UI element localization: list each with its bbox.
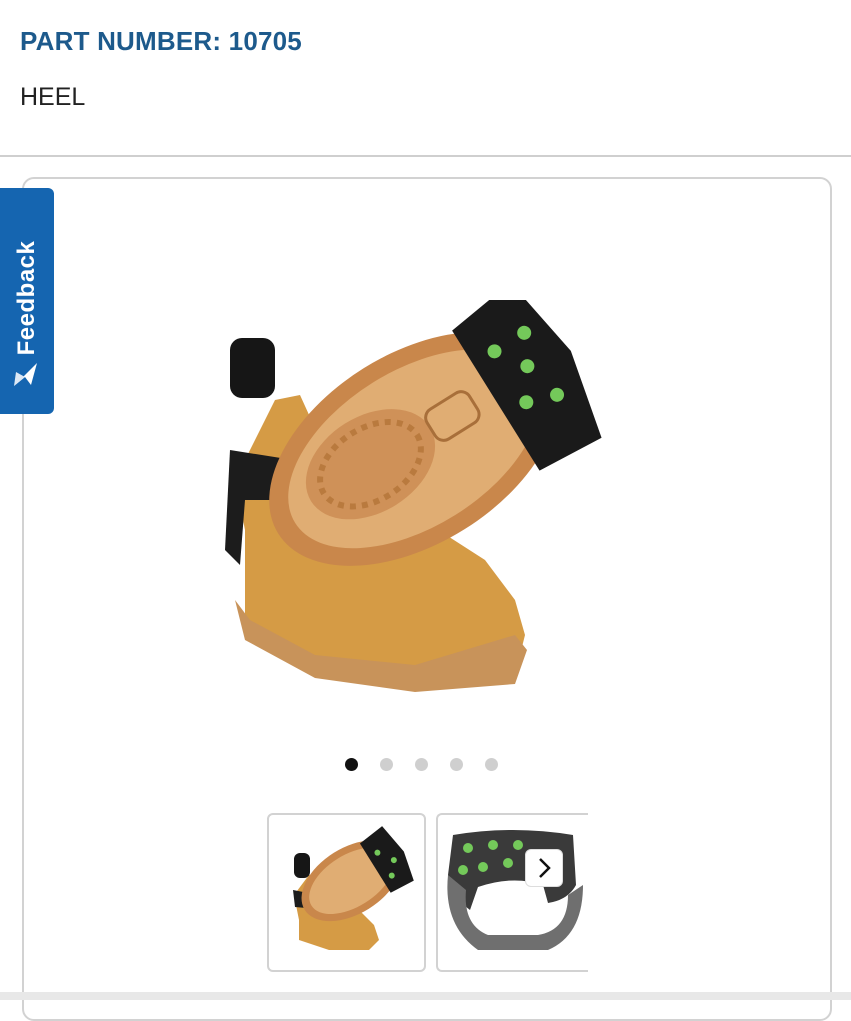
carousel-dot-5[interactable] — [485, 758, 498, 771]
part-name: HEEL — [20, 83, 86, 111]
feedback-tab[interactable]: Feedback — [0, 188, 54, 414]
carousel-dot-2[interactable] — [380, 758, 393, 771]
carousel-dot-4[interactable] — [450, 758, 463, 771]
divider — [0, 155, 851, 157]
thumbnail-2[interactable] — [436, 813, 588, 972]
thumbnail-2-image — [447, 830, 583, 950]
thumbnail-1-image — [293, 826, 414, 950]
carousel-dots — [345, 758, 498, 771]
next-thumbnail-button[interactable] — [525, 849, 563, 887]
feedback-label: Feedback — [13, 240, 40, 356]
paper-plane-icon — [14, 363, 37, 386]
part-number: PART NUMBER: 10705 — [20, 26, 302, 56]
carousel-dot-3[interactable] — [415, 758, 428, 771]
thumbnail-1[interactable] — [267, 813, 426, 972]
bottom-bar — [0, 992, 851, 1000]
chevron-right-icon — [539, 858, 551, 878]
carousel-dot-1[interactable] — [345, 758, 358, 771]
main-product-image[interactable] — [215, 300, 635, 700]
